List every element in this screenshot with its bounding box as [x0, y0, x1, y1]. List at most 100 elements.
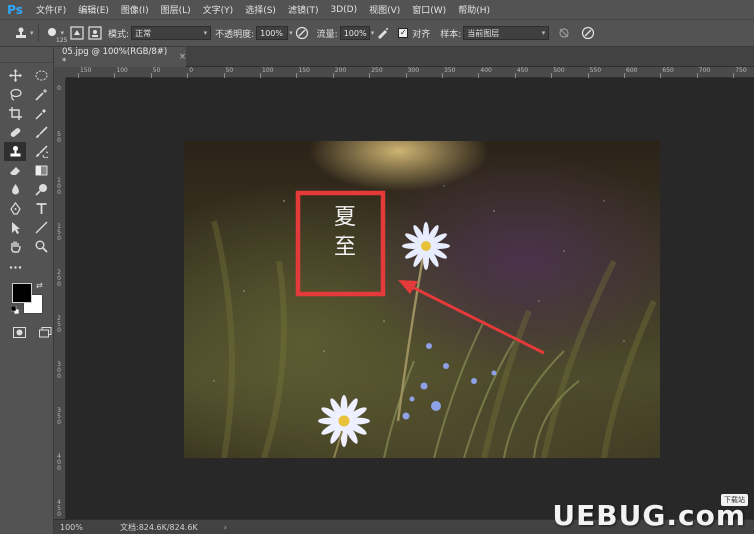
ruler-h-label: 650 — [662, 67, 674, 74]
checkmark-icon: ✓ — [399, 28, 407, 37]
default-colors-icon[interactable] — [10, 305, 20, 315]
opacity-value: 100% — [260, 28, 283, 38]
path-selection-tool-icon[interactable] — [4, 218, 26, 237]
more-tools-icon[interactable] — [4, 258, 26, 277]
ruler-h-label: 250 — [371, 67, 383, 74]
document-tab-bar: 05.jpg @ 100%(RGB/8#) * × — [54, 47, 754, 67]
flower-photo-artwork — [211, 185, 657, 458]
screen-mode-icon[interactable] — [34, 323, 56, 342]
divider — [37, 24, 39, 42]
hand-tool-icon[interactable] — [4, 237, 26, 256]
document-info: 文档:824.6K/824.6K — [120, 522, 198, 532]
overlay-title-text[interactable]: 夏至 — [334, 203, 356, 263]
watermark-logo: UEBUG.com — [552, 499, 746, 532]
menu-layer[interactable]: 图层(L) — [155, 3, 197, 16]
menu-filter[interactable]: 滤镜(T) — [282, 3, 325, 16]
ruler-v-label: 0 — [57, 85, 61, 92]
ruler-h-label: 450 — [516, 67, 529, 74]
clone-stamp-tool-icon[interactable] — [4, 142, 26, 161]
ruler-h-label: 600 — [626, 67, 638, 74]
menu-type[interactable]: 文字(Y) — [197, 3, 240, 16]
menu-view[interactable]: 视图(V) — [363, 3, 406, 16]
menu-window[interactable]: 窗口(W) — [406, 3, 452, 16]
magic-wand-tool-icon[interactable] — [30, 85, 52, 104]
vertical-ruler[interactable]: 0 5 0 1 0 0 1 5 0 2 0 0 2 5 0 3 0 0 3 5 0 4 0 0 4… — [54, 78, 66, 519]
menu-select[interactable]: 选择(S) — [239, 3, 282, 16]
photoshop-logo: Ps — [7, 2, 23, 17]
dodge-tool-icon[interactable] — [30, 180, 52, 199]
ruler-v-label: 1 0 0 — [57, 177, 61, 196]
document-tab-title: 05.jpg @ 100%(RGB/8#) * — [62, 47, 168, 67]
menu-file[interactable]: 文件(F) — [30, 3, 72, 16]
ruler-h-label: 150 — [298, 67, 310, 74]
canvas-photo[interactable]: 夏至 — [184, 141, 660, 458]
opacity-input[interactable]: 100% — [256, 26, 289, 40]
ruler-v-label: 3 5 0 — [57, 407, 61, 426]
line-tool-icon[interactable] — [30, 218, 52, 237]
aligned-checkbox[interactable]: ✓ — [398, 28, 409, 38]
color-swatches: ⇄ — [10, 281, 46, 317]
clone-source-panel-icon[interactable] — [86, 24, 104, 42]
pressure-size-icon[interactable] — [579, 24, 597, 42]
healing-brush-tool-icon[interactable] — [4, 123, 26, 142]
horizontal-ruler[interactable]: 150 100 50 0 50 100 150 200 250 300 350 400 450 500 55… — [66, 67, 754, 78]
history-brush-tool-icon[interactable] — [30, 142, 52, 161]
ruler-h-label: 100 — [262, 67, 274, 74]
ruler-origin[interactable] — [54, 67, 66, 78]
blur-tool-icon[interactable] — [4, 180, 26, 199]
pressure-opacity-icon[interactable] — [293, 24, 311, 42]
tool-preset-chevron-icon[interactable]: ▾ — [30, 29, 34, 37]
airbrush-icon[interactable] — [374, 24, 392, 42]
brush-chevron-icon[interactable]: ▾ — [61, 29, 65, 37]
ruler-h-label: 50 — [152, 67, 161, 74]
ruler-h-label: 750 — [735, 67, 747, 74]
crop-tool-icon[interactable] — [4, 104, 26, 123]
ruler-h-label: 500 — [553, 67, 565, 74]
eyedropper-tool-icon[interactable] — [30, 104, 52, 123]
eraser-tool-icon[interactable] — [4, 161, 26, 180]
ruler-h-label: 550 — [589, 67, 602, 74]
ruler-v-label: 2 0 0 — [57, 269, 61, 288]
ruler-v-label: 4 5 0 — [57, 499, 61, 518]
ignore-adjustment-layers-icon[interactable] — [555, 24, 573, 42]
marquee-tool-icon[interactable] — [30, 66, 52, 85]
ruler-h-label: 150 — [80, 67, 92, 74]
brush-size-label: 125 — [56, 37, 68, 44]
gradient-tool-icon[interactable] — [30, 161, 52, 180]
flow-value: 100% — [343, 28, 367, 38]
status-arrow-icon[interactable]: › — [224, 523, 227, 532]
ruler-v-label: 3 0 0 — [57, 361, 61, 380]
ruler-h-label: 200 — [334, 67, 347, 74]
clone-stamp-icon[interactable] — [12, 24, 30, 42]
document-tab[interactable]: 05.jpg @ 100%(RGB/8#) * × — [54, 47, 186, 67]
menu-image[interactable]: 图像(I) — [115, 3, 155, 16]
ruler-h-label: 700 — [698, 67, 711, 74]
ruler-h-label: 400 — [480, 67, 492, 74]
quick-mask-icon[interactable] — [8, 323, 30, 342]
swap-colors-icon[interactable]: ⇄ — [36, 281, 43, 290]
zoom-level[interactable]: 100% — [60, 523, 100, 532]
toggle-brush-panel-icon[interactable] — [68, 24, 86, 42]
sample-select[interactable]: 当前图层 ▾ — [463, 26, 550, 40]
ruler-v-label: 1 5 0 — [57, 223, 61, 242]
chevron-down-icon: ▾ — [541, 29, 546, 37]
flow-label: 流量: — [316, 29, 338, 40]
menu-3d[interactable]: 3D(D) — [324, 5, 363, 15]
flow-input[interactable]: 100% — [339, 26, 370, 40]
menu-edit[interactable]: 编辑(E) — [72, 3, 115, 16]
close-icon[interactable]: × — [179, 52, 186, 62]
foreground-color-swatch[interactable] — [12, 283, 32, 303]
brush-tool-icon[interactable] — [30, 123, 52, 142]
opacity-label: 不透明度: — [215, 29, 255, 40]
ruler-v-label: 2 5 0 — [57, 315, 61, 334]
lasso-tool-icon[interactable] — [4, 85, 26, 104]
pen-tool-icon[interactable] — [4, 199, 26, 218]
zoom-tool-icon[interactable] — [30, 237, 52, 256]
mode-label: 模式: — [108, 29, 130, 40]
menu-help[interactable]: 帮助(H) — [452, 3, 496, 16]
type-tool-icon[interactable] — [30, 199, 52, 218]
panel-grip[interactable] — [0, 47, 53, 63]
mode-select[interactable]: 正常 ▾ — [131, 26, 212, 40]
ruler-v-label: 5 0 — [57, 131, 61, 144]
move-tool-icon[interactable] — [4, 66, 26, 85]
